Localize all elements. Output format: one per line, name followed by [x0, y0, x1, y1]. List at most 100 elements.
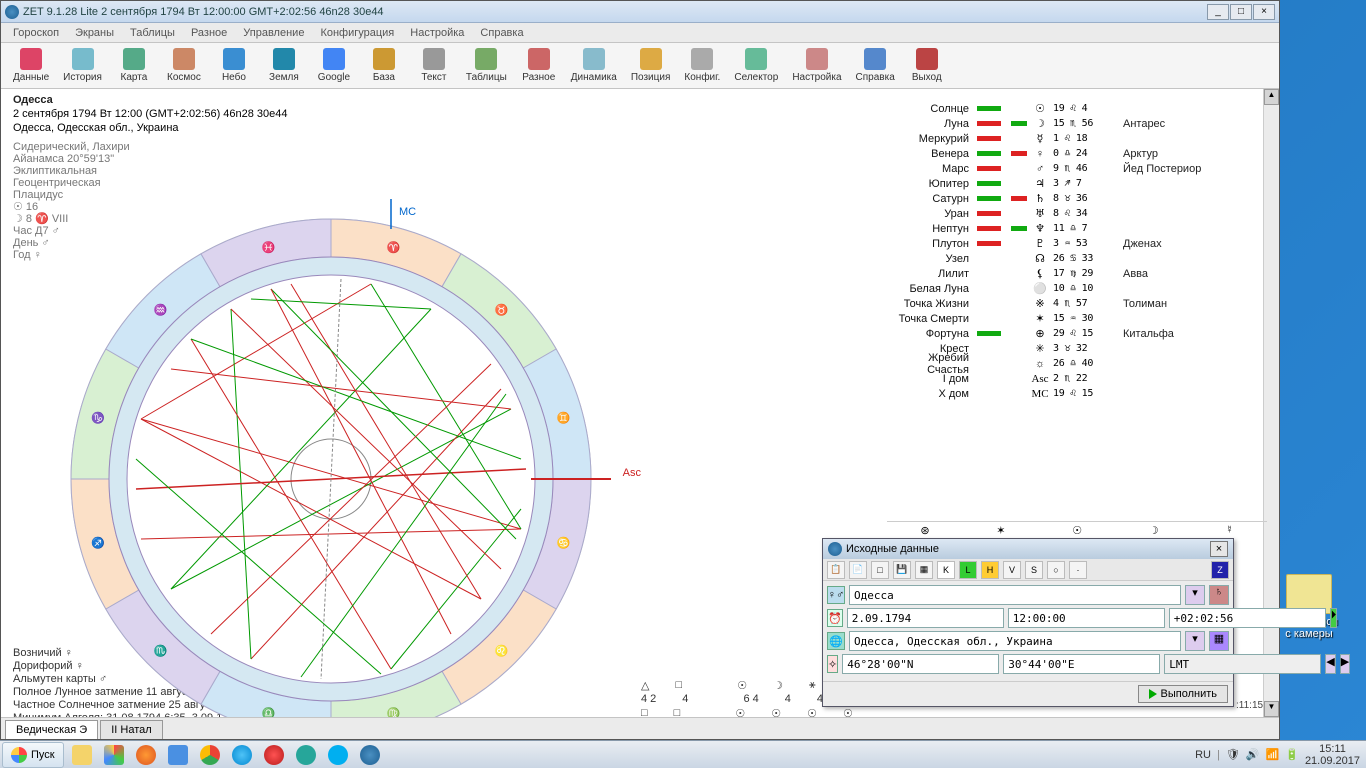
- dlg-v-icon[interactable]: V: [1003, 561, 1021, 579]
- tool-динамика[interactable]: Динамика: [565, 46, 623, 85]
- tool-земля[interactable]: Земля: [260, 46, 308, 85]
- svg-text:♐: ♐: [91, 536, 105, 549]
- tb-mail[interactable]: [291, 743, 321, 767]
- tb-explorer[interactable]: [67, 743, 97, 767]
- tool-icon: [20, 48, 42, 70]
- lon-input[interactable]: [1003, 654, 1160, 674]
- dlg-h-icon[interactable]: H: [981, 561, 999, 579]
- time-ok-button[interactable]: ⏵: [1330, 608, 1338, 628]
- tb-paint[interactable]: [99, 743, 129, 767]
- tb-zet[interactable]: [355, 743, 385, 767]
- tool-таблицы[interactable]: Таблицы: [460, 46, 513, 85]
- maximize-button[interactable]: □: [1230, 4, 1252, 20]
- tool-текст[interactable]: Текст: [410, 46, 458, 85]
- next-button[interactable]: ▶: [1340, 654, 1350, 674]
- position-row: Точка Смерти✶15 ♒ 30: [887, 311, 1267, 326]
- tool-данные[interactable]: Данные: [7, 46, 55, 85]
- chart-wheel[interactable]: ♈♉♊♋♌♍♎♏♐♑♒♓: [51, 199, 611, 717]
- tb-chrome[interactable]: [195, 743, 225, 767]
- dialog-icon: [828, 542, 842, 556]
- offset-input[interactable]: [1169, 608, 1326, 628]
- tray-battery-icon[interactable]: 🔋: [1285, 748, 1299, 761]
- menu-tables[interactable]: Таблицы: [124, 25, 181, 41]
- menu-screens[interactable]: Экраны: [69, 25, 120, 41]
- position-row: Меркурий☿ 1 ♌ 18: [887, 131, 1267, 146]
- desktop-folder[interactable]: мои записи с камеры: [1276, 574, 1342, 640]
- name-extra-button[interactable]: ♄: [1209, 585, 1229, 605]
- svg-text:♏: ♏: [154, 644, 168, 657]
- prev-button[interactable]: ◀: [1325, 654, 1335, 674]
- name-input[interactable]: [849, 585, 1181, 605]
- tb-app-a[interactable]: [163, 743, 193, 767]
- tool-icon: [583, 48, 605, 70]
- tool-выход[interactable]: Выход: [903, 46, 951, 85]
- menu-misc[interactable]: Разное: [185, 25, 233, 41]
- titlebar[interactable]: ZET 9.1.28 Lite 2 сентября 1794 Вт 12:00…: [1, 1, 1279, 23]
- place-dropdown-button[interactable]: ▾: [1185, 631, 1205, 651]
- tool-icon: [864, 48, 886, 70]
- tool-icon: [916, 48, 938, 70]
- tb-firefox[interactable]: [131, 743, 161, 767]
- tool-позиция[interactable]: Позиция: [625, 46, 677, 85]
- dlg-s-icon[interactable]: S: [1025, 561, 1043, 579]
- lat-input[interactable]: [842, 654, 999, 674]
- tray-flag-icon[interactable]: 🛡: [1226, 748, 1240, 761]
- tool-настройка[interactable]: Настройка: [786, 46, 847, 85]
- place-icon[interactable]: 🌐: [827, 632, 845, 650]
- time-input[interactable]: [1008, 608, 1165, 628]
- menu-help[interactable]: Справка: [474, 25, 529, 41]
- menu-config[interactable]: Конфигурация: [314, 25, 400, 41]
- tool-космос[interactable]: Космос: [160, 46, 208, 85]
- coord-icon[interactable]: ✧: [827, 655, 838, 673]
- date-icon[interactable]: ⏰: [827, 609, 843, 627]
- dlg-db-icon[interactable]: ▦: [915, 561, 933, 579]
- svg-text:♉: ♉: [495, 304, 509, 317]
- minimize-button[interactable]: _: [1207, 4, 1229, 20]
- dialog-close-button[interactable]: ×: [1210, 541, 1228, 557]
- tool-карта[interactable]: Карта: [110, 46, 158, 85]
- dlg-k-icon[interactable]: K: [937, 561, 955, 579]
- tab-natal[interactable]: II Натал: [100, 720, 162, 739]
- dlg-o-icon[interactable]: ○: [1047, 561, 1065, 579]
- tb-opera[interactable]: [259, 743, 289, 767]
- dlg-l-icon[interactable]: L: [959, 561, 977, 579]
- tz-input[interactable]: [1164, 654, 1321, 674]
- tool-небо[interactable]: Небо: [210, 46, 258, 85]
- tool-история[interactable]: История: [57, 46, 108, 85]
- execute-button[interactable]: Выполнить: [1138, 685, 1228, 703]
- tool-google[interactable]: Google: [310, 46, 358, 85]
- name-dropdown-button[interactable]: ▾: [1185, 585, 1205, 605]
- tool-разное[interactable]: Разное: [515, 46, 563, 85]
- dlg-copy-icon[interactable]: 📋: [827, 561, 845, 579]
- tool-справка[interactable]: Справка: [850, 46, 901, 85]
- tab-vedic[interactable]: Ведическая Э: [5, 720, 98, 739]
- tray-volume-icon[interactable]: 🔊: [1246, 748, 1260, 761]
- place-input[interactable]: [849, 631, 1181, 651]
- tb-ie[interactable]: [227, 743, 257, 767]
- svg-text:♑: ♑: [91, 412, 105, 425]
- close-button[interactable]: ×: [1253, 4, 1275, 20]
- menu-horoscope[interactable]: Гороскоп: [7, 25, 65, 41]
- tool-конфиг.[interactable]: Конфиг.: [678, 46, 726, 85]
- dialog-titlebar[interactable]: Исходные данные ×: [823, 539, 1233, 559]
- place-map-button[interactable]: ▦: [1209, 631, 1229, 651]
- scroll-down-button[interactable]: ▼: [1264, 701, 1279, 717]
- tool-селектор[interactable]: Селектор: [728, 46, 784, 85]
- menu-settings[interactable]: Настройка: [404, 25, 470, 41]
- tray-network-icon[interactable]: 📶: [1266, 748, 1280, 761]
- dlg-z-icon[interactable]: Z: [1211, 561, 1229, 579]
- gender-icon[interactable]: ♀♂: [827, 586, 845, 604]
- dlg-new-icon[interactable]: □: [871, 561, 889, 579]
- tool-база[interactable]: База: [360, 46, 408, 85]
- dlg-dot-icon[interactable]: ·: [1069, 561, 1087, 579]
- position-row: Лилит⚸17 ♍ 29Авва: [887, 266, 1267, 281]
- symbol-row: ⊛✶☉☽☿: [887, 521, 1267, 537]
- dlg-paste-icon[interactable]: 📄: [849, 561, 867, 579]
- menu-control[interactable]: Управление: [237, 25, 310, 41]
- tb-skype[interactable]: [323, 743, 353, 767]
- lang-indicator[interactable]: RU: [1195, 749, 1211, 761]
- tray-clock[interactable]: 15:11 21.09.2017: [1305, 743, 1360, 767]
- date-input[interactable]: [847, 608, 1004, 628]
- start-button[interactable]: Пуск: [2, 742, 64, 768]
- dlg-save-icon[interactable]: 💾: [893, 561, 911, 579]
